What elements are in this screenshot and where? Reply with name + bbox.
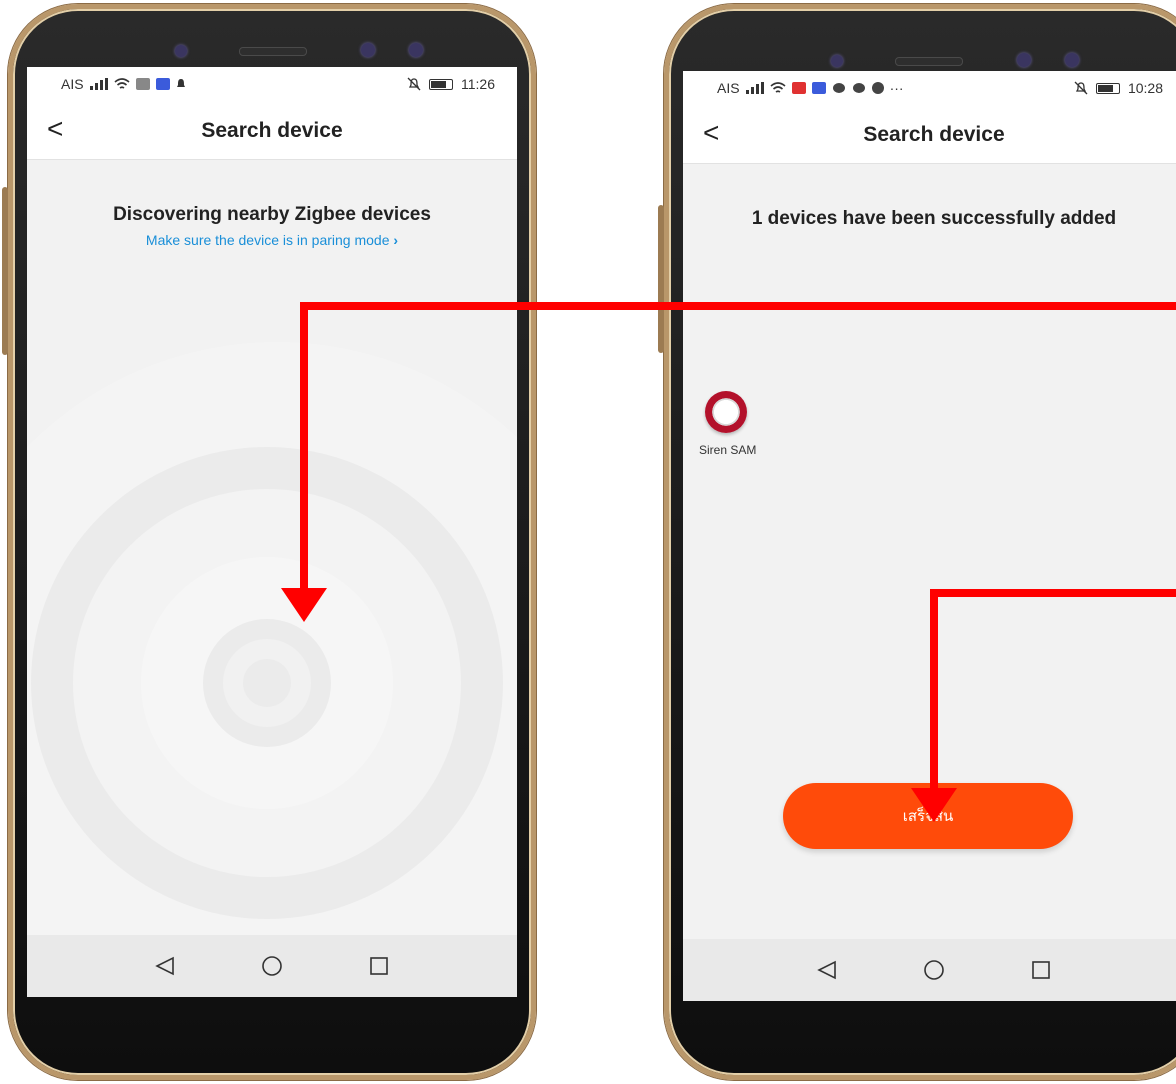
home-circle-icon[interactable] [923, 959, 945, 981]
phone-right: AIS ··· 10:28 < Search device 1 devices … [658, 4, 1176, 1080]
page-title: Search device [201, 119, 343, 142]
clock: 11:26 [461, 76, 495, 92]
sensor [1017, 53, 1031, 67]
top-nav: < Search device [683, 105, 1176, 164]
wifi-icon [114, 78, 130, 89]
recents-square-icon[interactable] [369, 956, 389, 976]
system-nav-bar [683, 939, 1176, 1001]
earpiece [895, 57, 963, 66]
success-heading: 1 devices have been successfully added [751, 208, 1117, 229]
earpiece [239, 47, 307, 56]
more-notifications: ··· [889, 80, 904, 96]
page-title: Search device [863, 123, 1005, 146]
app-notification-icon [155, 78, 170, 90]
facebook-icon [871, 82, 884, 94]
device-name: Siren SAM [699, 443, 757, 457]
volume-button [2, 187, 8, 355]
chat-icon [832, 83, 845, 93]
system-nav-bar [27, 935, 517, 997]
chat-icon-2 [852, 83, 865, 93]
pairing-mode-link[interactable]: Make sure the device is in paring mode › [27, 232, 517, 248]
signal-icon [89, 78, 108, 90]
back-triangle-icon[interactable] [155, 956, 175, 976]
chevron-right-icon: › [393, 232, 399, 248]
front-camera [831, 55, 843, 67]
recents-square-icon[interactable] [1031, 960, 1051, 980]
bell-icon [176, 79, 185, 87]
device-card[interactable]: Siren SAM [699, 391, 771, 457]
clock: 10:28 [1127, 80, 1163, 96]
mute-bell-icon [1074, 81, 1088, 95]
front-camera [175, 45, 187, 57]
sensor-2 [409, 43, 423, 57]
carrier-label: AIS [717, 80, 740, 96]
status-bar: AIS ··· 10:28 [683, 71, 1176, 105]
volume-button [658, 205, 664, 353]
siren-device-icon [705, 391, 747, 433]
app-notification-icon [791, 82, 806, 94]
battery-icon [1095, 82, 1120, 94]
sensor [361, 43, 375, 57]
missed-call-icon [135, 78, 150, 90]
carrier-label: AIS [61, 76, 84, 92]
status-bar: AIS 11:26 [27, 67, 517, 101]
top-nav: < Search device [27, 101, 517, 160]
battery-icon [429, 78, 453, 90]
signal-icon [745, 82, 764, 94]
back-triangle-icon[interactable] [817, 960, 837, 980]
screen-left: AIS 11:26 < Search device Discovering ne… [27, 67, 517, 997]
finish-button[interactable]: เสร็จสิ้น [783, 783, 1073, 849]
phone-left: AIS 11:26 < Search device Discovering ne… [2, 4, 536, 1080]
screen-right: AIS ··· 10:28 < Search device 1 devices … [683, 71, 1176, 1001]
mute-bell-icon [407, 77, 421, 91]
home-circle-icon[interactable] [261, 955, 283, 977]
discovering-heading: Discovering nearby Zigbee devices [113, 204, 431, 225]
app-notification-icon-2 [811, 82, 826, 94]
wifi-icon [770, 82, 786, 93]
pairing-mode-text: Make sure the device is in paring mode [145, 232, 390, 248]
sensor-2 [1065, 53, 1079, 67]
